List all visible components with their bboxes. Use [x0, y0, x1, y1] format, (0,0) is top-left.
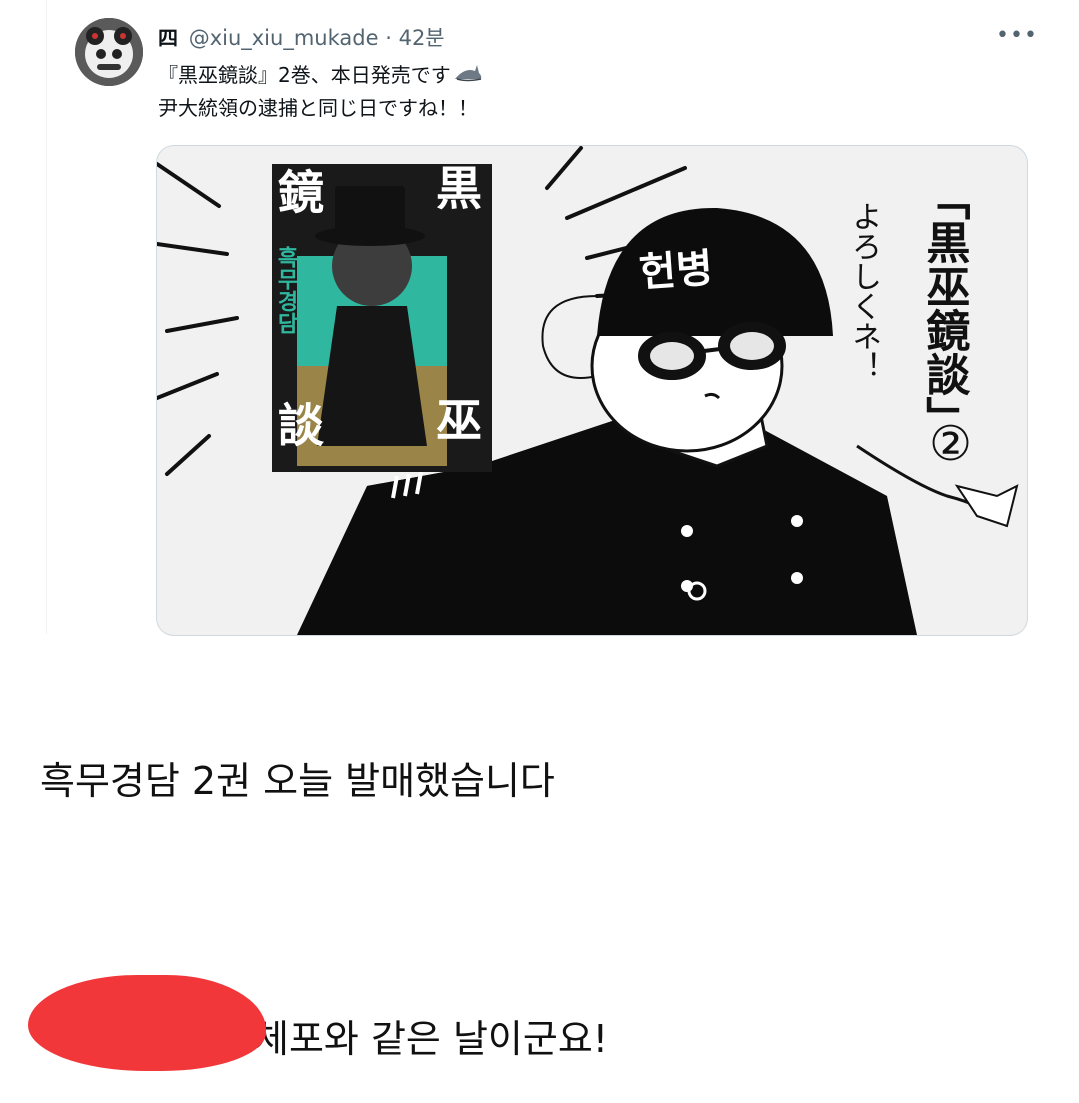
- caption-line-2-visible: 체포와 같은 날이군요!: [254, 1017, 609, 1061]
- timestamp[interactable]: 42분: [399, 26, 445, 50]
- tweet-text-line-1: 『黒巫鏡談』2巻、本日発売です: [158, 63, 451, 87]
- helmet-text: 헌병: [637, 245, 715, 297]
- side-title: 「黒巫鏡談」: [918, 176, 970, 440]
- user-handle[interactable]: @xiu_xiu_mukade: [189, 26, 379, 50]
- book-title-right: 巫: [429, 396, 483, 442]
- book-title-top: 黒: [429, 164, 483, 210]
- book-title-left: 鏡: [271, 168, 325, 214]
- shark-icon: [453, 63, 483, 93]
- side-note: よろしくネ！: [846, 201, 881, 381]
- illustration: [157, 146, 1019, 635]
- tweet-media-image[interactable]: 黒 鏡 談 巫 흑무경담 헌병 「黒巫鏡談」 よろしくネ！ ②: [156, 145, 1028, 636]
- caption-line-1: 흑무경담 2권 오늘 발매했습니다: [40, 759, 555, 803]
- separator-dot: ·: [385, 26, 392, 50]
- avatar[interactable]: [75, 18, 143, 86]
- tweet-header: 四 @xiu_xiu_mukade · 42분: [158, 22, 445, 52]
- tweet-text-line-2: 尹大統領の逮捕と同じ日ですね！！: [158, 96, 478, 120]
- redaction-mark: [28, 975, 266, 1071]
- tweet-text: 『黒巫鏡談』2巻、本日発売です 尹大統領の逮捕と同じ日ですね！！: [158, 60, 483, 123]
- book-subtitle: 흑무경담: [273, 246, 299, 334]
- more-dots-icon[interactable]: •••: [996, 22, 1037, 52]
- display-name[interactable]: 四: [158, 26, 178, 50]
- volume-number: ②: [929, 416, 973, 472]
- book-title-left-2: 談: [271, 401, 325, 447]
